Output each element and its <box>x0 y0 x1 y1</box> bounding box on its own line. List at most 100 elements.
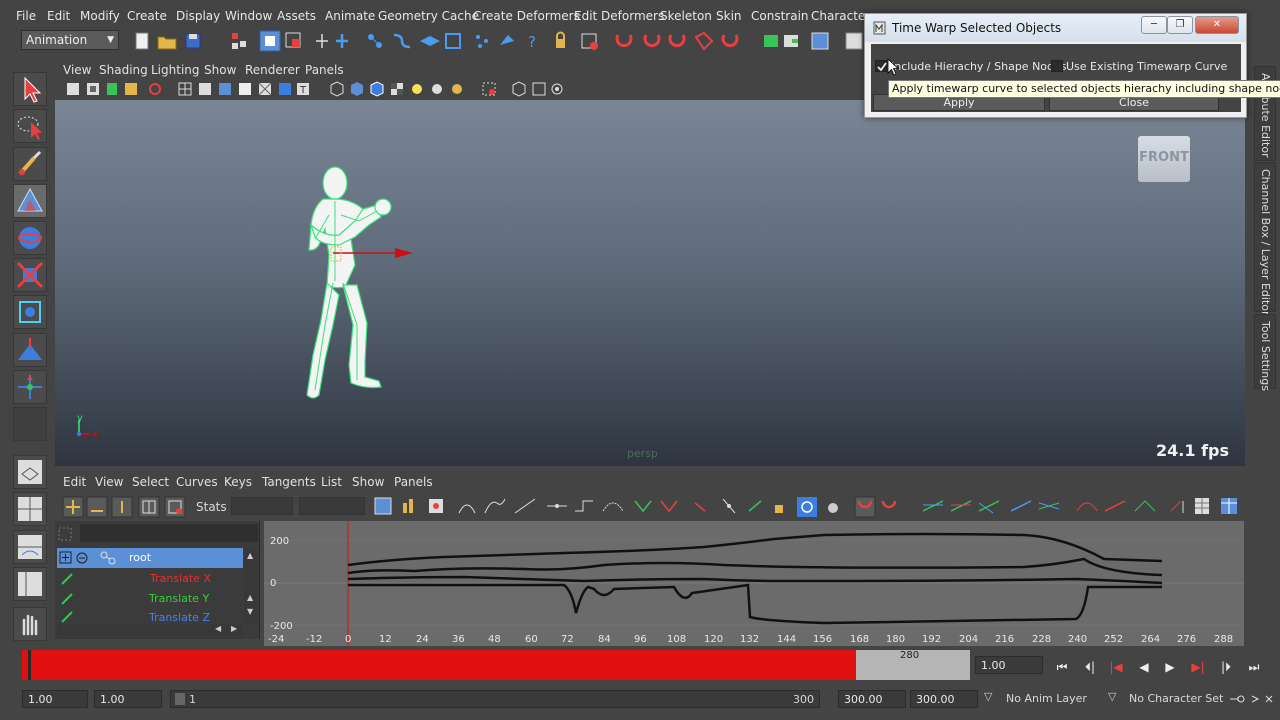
use-existing-timewarp-checkbox[interactable] <box>1051 60 1063 72</box>
go-to-start-icon[interactable]: ⏮ <box>1052 660 1072 676</box>
outliner-hscrollbar[interactable]: ◀ ▶ <box>57 624 243 636</box>
ge-menu-list[interactable]: List <box>321 475 342 489</box>
persp-outliner-layout-button[interactable] <box>13 567 47 601</box>
vp-menu-panels[interactable]: Panels <box>305 63 344 77</box>
outliner-row-translate-y[interactable]: Translate Y <box>57 589 243 609</box>
settings-tool-button[interactable] <box>13 607 47 641</box>
play-backwards-icon[interactable]: ◀ <box>1134 660 1154 676</box>
character-set-dropdown-icon[interactable]: ▽ <box>1108 690 1116 703</box>
menu-create[interactable]: Create <box>127 9 167 23</box>
soft-modification-button[interactable] <box>13 333 47 367</box>
menu-window[interactable]: Window <box>225 9 272 23</box>
ge-menu-select[interactable]: Select <box>132 475 169 489</box>
stats-value-field[interactable] <box>299 497 365 515</box>
move-tool-button[interactable] <box>13 184 47 218</box>
outliner-filter-field[interactable] <box>80 524 258 542</box>
menu-geometry-cache[interactable]: Geometry Cache <box>378 9 479 23</box>
lasso-tool-button[interactable] <box>13 109 47 143</box>
vp-menu-renderer[interactable]: Renderer <box>245 63 300 77</box>
paint-select-tool-button[interactable] <box>13 147 47 181</box>
step-forward-frame-icon[interactable]: |⏵ <box>1216 660 1236 676</box>
character-set-label[interactable]: No Character Set <box>1129 692 1223 705</box>
ge-menu-curves[interactable]: Curves <box>176 475 218 489</box>
outliner-row-translate-z[interactable]: Translate Z <box>57 609 243 623</box>
ge-menu-tangents[interactable]: Tangents <box>262 475 316 489</box>
view-cube[interactable]: FRONT <box>1138 136 1190 182</box>
scroll-right-icon[interactable]: ▶ <box>231 624 237 633</box>
vp-menu-view[interactable]: View <box>63 63 91 77</box>
ge-menu-show[interactable]: Show <box>352 475 384 489</box>
animation-end-field[interactable]: 300.00 <box>910 690 978 708</box>
menu-modify[interactable]: Modify <box>80 9 120 23</box>
include-hierarchy-checkbox[interactable] <box>875 60 887 72</box>
select-tool-button[interactable] <box>13 72 47 106</box>
scroll-up-icon-2[interactable]: ▲ <box>247 593 253 602</box>
menu-skin[interactable]: Skin <box>716 9 742 23</box>
ge-menu-keys[interactable]: Keys <box>224 475 252 489</box>
menu-constrain[interactable]: Constrain <box>751 9 809 23</box>
outliner-row-root[interactable]: root <box>57 548 243 568</box>
graph-view[interactable]: 200 0 -200 <box>264 521 1244 646</box>
menu-create-deformers[interactable]: Create Deformers <box>473 9 580 23</box>
tab-channel-box[interactable]: Channel Box / Layer Editor <box>1254 162 1276 316</box>
vp-menu-show[interactable]: Show <box>204 63 236 77</box>
curve-rotate[interactable] <box>348 583 1162 625</box>
curve-translate-x[interactable] <box>347 557 1163 577</box>
outliner-scrollbar[interactable]: ▲ ▲ ▼ <box>244 549 258 623</box>
step-back-key-icon[interactable]: |◀ <box>1106 660 1126 676</box>
stats-key-field[interactable] <box>231 497 293 515</box>
step-forward-key-icon[interactable]: ▶| <box>1188 660 1208 676</box>
anim-layer-dropdown-icon[interactable]: ▽ <box>984 690 992 703</box>
four-view-layout-button[interactable] <box>13 492 47 526</box>
menu-file[interactable]: File <box>16 9 36 23</box>
playback-start-field[interactable]: 1.00 <box>94 690 162 708</box>
close-window-button[interactable]: ✕ <box>1195 16 1239 34</box>
ge-menu-view[interactable]: View <box>95 475 123 489</box>
perspective-viewport[interactable]: FRONT y x persp 24.1 fps <box>55 100 1245 466</box>
current-frame-field[interactable]: 1.00 <box>975 656 1043 674</box>
menu-edit[interactable]: Edit <box>47 9 70 23</box>
scale-tool-button[interactable] <box>13 258 47 292</box>
menu-assets[interactable]: Assets <box>277 9 316 23</box>
range-slider[interactable]: 1 300 <box>170 690 820 708</box>
ge-menu-panels[interactable]: Panels <box>394 475 433 489</box>
vp-menu-shading[interactable]: Shading <box>99 63 148 77</box>
menu-character[interactable]: Character <box>811 9 870 23</box>
scroll-left-icon[interactable]: ◀ <box>215 624 221 633</box>
scroll-down-icon[interactable]: ▼ <box>247 607 253 616</box>
last-tool-slot[interactable] <box>13 407 47 441</box>
minimize-button[interactable]: ─ <box>1141 16 1167 34</box>
x-axis-arrow-icon[interactable] <box>395 248 413 258</box>
anim-layer-label[interactable]: No Anim Layer <box>1006 692 1087 705</box>
menu-display[interactable]: Display <box>176 9 220 23</box>
curve-translate-y[interactable] <box>347 532 1163 567</box>
scroll-up-icon[interactable]: ▲ <box>247 551 253 560</box>
menu-edit-deformers[interactable]: Edit Deformers <box>574 9 664 23</box>
tab-tool-settings[interactable]: Tool Settings <box>1254 314 1276 391</box>
maximize-button[interactable]: ❐ <box>1167 16 1193 34</box>
step-back-frame-icon[interactable]: ⏴| <box>1080 660 1100 676</box>
current-time-indicator[interactable] <box>28 650 31 680</box>
playback-end-field[interactable]: 300.00 <box>838 690 906 708</box>
range-slider-handle-left[interactable] <box>175 693 185 705</box>
go-to-end-icon[interactable]: ⏭ <box>1244 660 1264 676</box>
time-slider[interactable]: 280 <box>22 650 970 680</box>
curve-translate-z[interactable] <box>347 575 1163 585</box>
universal-manip-button[interactable] <box>13 295 47 329</box>
animation-start-field[interactable]: 1.00 <box>22 690 88 708</box>
show-manipulator-button[interactable] <box>13 370 47 404</box>
character-figure[interactable] <box>285 155 435 415</box>
persp-graph-layout-button[interactable] <box>13 530 47 564</box>
outliner-row-translate-x[interactable]: Translate X <box>57 569 243 589</box>
rotate-tool-button[interactable] <box>13 221 47 255</box>
outliner-filter-icon[interactable] <box>57 526 75 542</box>
ge-menu-edit[interactable]: Edit <box>63 475 86 489</box>
menu-animate[interactable]: Animate <box>325 9 375 23</box>
play-forwards-icon[interactable]: ▶ <box>1160 660 1180 676</box>
menu-skeleton[interactable]: Skeleton <box>660 9 712 23</box>
menu-set-select[interactable]: Animation ▼ <box>21 30 119 50</box>
expand-plus-icon[interactable] <box>59 551 73 565</box>
dialog-titlebar[interactable]: Time Warp Selected Objects ─ ❐ ✕ <box>865 14 1246 42</box>
vp-menu-lighting[interactable]: Lighting <box>151 63 200 77</box>
collapse-minus-icon[interactable] <box>75 551 89 565</box>
